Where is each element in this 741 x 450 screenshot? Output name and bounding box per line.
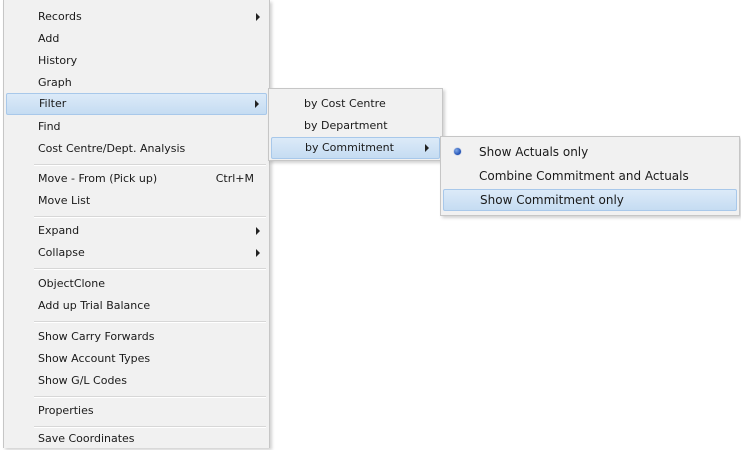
menu-item-label: by Department	[304, 119, 388, 132]
menu-item-label: Move List	[38, 194, 91, 207]
menu-item-label: Show Account Types	[38, 352, 151, 365]
menu-item-label: History	[38, 54, 78, 67]
menu-item-label: Collapse	[38, 246, 85, 259]
menu-item-cost-centre-dept-analysis[interactable]: Cost Centre/Dept. Analysis	[6, 138, 267, 160]
menu-item-label: by Cost Centre	[304, 97, 386, 110]
menu-item-label: Records	[38, 10, 82, 23]
menu-item-combine-commitment-and-actuals[interactable]: Combine Commitment and Actuals	[443, 165, 737, 187]
submenu-arrow-icon	[256, 227, 260, 235]
menu-item-properties[interactable]: Properties	[6, 400, 267, 422]
menu-item-add[interactable]: Add	[6, 28, 267, 50]
menu-item-find[interactable]: Find	[6, 116, 267, 138]
commitment-submenu: Show Actuals only Combine Commitment and…	[440, 136, 740, 216]
menu-item-graph[interactable]: Graph	[6, 72, 267, 94]
menu-item-label: Show G/L Codes	[38, 374, 127, 387]
menu-item-filter[interactable]: Filter	[6, 93, 267, 115]
menu-item-move-from[interactable]: Move - From (Pick up) Ctrl+M	[6, 168, 267, 190]
menu-item-records[interactable]: Records	[6, 6, 267, 28]
submenu-arrow-icon	[256, 13, 260, 21]
menu-item-show-carry-forwards[interactable]: Show Carry Forwards	[6, 326, 267, 348]
menu-separator	[34, 164, 266, 166]
submenu-arrow-icon	[425, 144, 429, 152]
menu-item-show-commitment-only[interactable]: Show Commitment only	[443, 189, 737, 211]
menu-item-show-gl-codes[interactable]: Show G/L Codes	[6, 370, 267, 392]
menu-separator	[34, 216, 266, 218]
menu-item-label: Properties	[38, 404, 94, 417]
filter-submenu: by Cost Centre by Department by Commitme…	[268, 88, 443, 161]
menu-separator	[34, 268, 266, 270]
menu-item-label: Expand	[38, 224, 80, 237]
menu-item-shortcut: Ctrl+M	[215, 172, 254, 185]
menu-item-add-up-trial-balance[interactable]: Add up Trial Balance	[6, 295, 267, 317]
menu-item-label: ObjectClone	[38, 277, 106, 290]
menu-item-label: Show Carry Forwards	[38, 330, 155, 343]
menu-item-move-list[interactable]: Move List	[6, 190, 267, 212]
menu-item-label: Filter	[39, 97, 67, 110]
menu-item-label: Find	[38, 120, 61, 133]
menu-item-label: Add	[38, 32, 60, 45]
menu-item-label: Combine Commitment and Actuals	[479, 169, 689, 183]
menu-item-show-actuals-only[interactable]: Show Actuals only	[443, 141, 737, 163]
context-menu: Records Add History Graph Filter Find Co…	[3, 0, 270, 448]
menu-item-by-commitment[interactable]: by Commitment	[271, 137, 440, 159]
menu-separator	[34, 321, 266, 323]
menu-item-label: by Commitment	[305, 141, 394, 154]
menu-item-label: Show Commitment only	[480, 193, 624, 207]
submenu-arrow-icon	[256, 249, 260, 257]
menu-item-label: Cost Centre/Dept. Analysis	[38, 142, 186, 155]
menu-item-label: Add up Trial Balance	[38, 299, 151, 312]
menu-item-by-cost-centre[interactable]: by Cost Centre	[271, 93, 440, 115]
menu-item-label: Move - From (Pick up)	[38, 172, 158, 185]
menu-item-label: Graph	[38, 76, 72, 89]
menu-separator	[34, 396, 266, 398]
menu-item-show-account-types[interactable]: Show Account Types	[6, 348, 267, 370]
menu-item-label: Save Coordinates	[38, 432, 135, 445]
menu-item-by-department[interactable]: by Department	[271, 115, 440, 137]
radio-bullet-icon	[454, 148, 461, 155]
menu-item-history[interactable]: History	[6, 50, 267, 72]
menu-item-expand[interactable]: Expand	[6, 220, 267, 242]
menu-item-label: Show Actuals only	[479, 145, 589, 159]
menu-item-save-coordinates[interactable]: Save Coordinates	[6, 428, 267, 450]
menu-item-objectclone[interactable]: ObjectClone	[6, 273, 267, 295]
menu-item-collapse[interactable]: Collapse	[6, 242, 267, 264]
submenu-arrow-icon	[255, 100, 259, 108]
